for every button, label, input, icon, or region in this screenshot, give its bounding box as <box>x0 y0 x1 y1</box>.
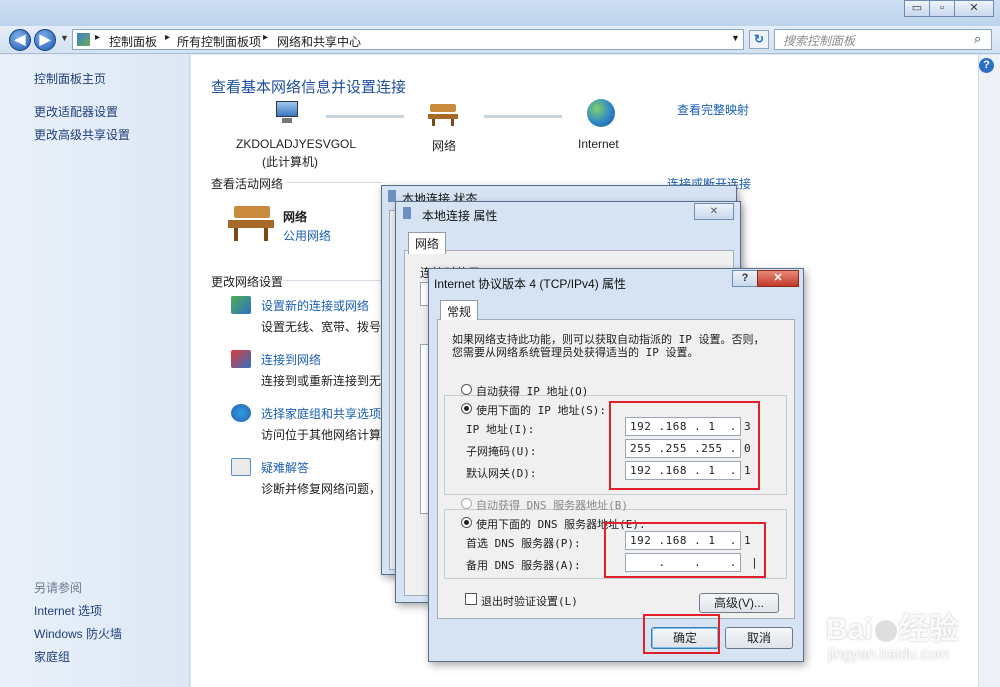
network-adapter-icon <box>403 207 411 219</box>
advanced-button[interactable]: 高级(V)... <box>699 593 779 613</box>
task-link[interactable]: 选择家庭组和共享选项 <box>261 405 381 422</box>
validate-label[interactable]: 退出时验证设置(L) <box>481 593 578 609</box>
tab-general[interactable]: 常规 <box>440 300 479 320</box>
subnet-label: 子网掩码(U): <box>466 445 537 458</box>
connection-line <box>326 115 404 118</box>
active-network-name: 网络 <box>283 210 308 224</box>
task-link[interactable]: 疑难解答 <box>261 459 309 476</box>
manual-ip-label[interactable]: 使用下面的 IP 地址(S): <box>476 402 606 418</box>
divider <box>286 182 382 183</box>
dns1-label: 首选 DNS 服务器(P): <box>466 537 581 550</box>
back-button[interactable]: ◀ <box>9 29 31 51</box>
task-desc: 诊断并修复网络问题，或 <box>261 482 394 496</box>
change-settings-heading: 更改网络设置 <box>211 275 284 289</box>
full-map-link[interactable]: 查看完整映射 <box>677 101 749 118</box>
computer-name: ZKDOLADJYESVGOL <box>236 137 357 151</box>
chevron-right-icon: ▸ <box>263 32 269 43</box>
auto-dns-label[interactable]: 自动获得 DNS 服务器地址(B) <box>476 497 628 513</box>
network-label: 网络 <box>432 139 457 153</box>
auto-ip-radio[interactable] <box>461 384 472 395</box>
watermark-url: jingyan.baidu.com <box>828 646 949 663</box>
chevron-right-icon: ▸ <box>95 32 101 43</box>
dns2-label: 备用 DNS 服务器(A): <box>466 559 581 572</box>
bench-icon <box>428 102 458 126</box>
close-button[interactable]: ✕ <box>954 0 994 17</box>
ip-label: IP 地址(I): <box>466 423 535 436</box>
recent-pages-icon[interactable]: ▼ <box>60 33 69 43</box>
sidebar-item-firewall[interactable]: Windows 防火墙 <box>34 625 122 642</box>
validate-checkbox[interactable] <box>465 593 477 605</box>
globe-icon <box>587 99 615 127</box>
task-desc: 设置无线、宽带、拨号、 <box>261 320 394 334</box>
search-input[interactable]: 搜索控制面板 <box>774 29 992 50</box>
manual-ip-radio[interactable] <box>461 403 472 414</box>
control-panel-icon <box>77 33 90 46</box>
search-icon[interactable]: ⌕ <box>974 31 981 47</box>
cancel-button[interactable]: 取消 <box>725 627 793 649</box>
address-bar[interactable]: ▸ 控制面板 ▸ 所有控制面板项 ▸ 网络和共享中心 ▼ <box>72 29 744 50</box>
refresh-icon[interactable]: ↻ <box>749 30 769 49</box>
computer-sub: (此计算机) <box>262 155 318 169</box>
chevron-right-icon: ▸ <box>165 32 171 43</box>
sidebar-item-homegroup[interactable]: 家庭组 <box>34 648 70 665</box>
manual-dns-radio[interactable] <box>461 517 472 528</box>
active-networks-heading: 查看活动网络 <box>211 177 284 191</box>
forward-button[interactable]: ▶ <box>34 29 56 51</box>
computer-icon <box>272 101 302 125</box>
new-connection-icon <box>231 296 251 314</box>
task-desc: 访问位于其他网络计算机 <box>261 428 394 442</box>
sidebar-item-sharing[interactable]: 更改高级共享设置 <box>34 126 130 143</box>
highlight-ok-button <box>643 614 720 654</box>
paw-icon <box>874 620 897 643</box>
gateway-label: 默认网关(D): <box>466 467 537 480</box>
tcpip-dialog-title: Internet 协议版本 4 (TCP/IPv4) 属性 <box>434 277 627 291</box>
homegroup-icon <box>231 404 251 422</box>
breadcrumb-item[interactable]: 网络和共享中心 <box>277 33 361 50</box>
watermark-logo: Bai 经验 <box>826 613 959 646</box>
minimize-button[interactable]: ▭ <box>904 0 930 17</box>
control-panel-home-link[interactable]: 控制面板主页 <box>34 70 106 87</box>
divider <box>283 280 383 281</box>
chevron-down-icon[interactable]: ▼ <box>731 33 740 43</box>
bench-icon <box>228 204 274 242</box>
public-network-link[interactable]: 公用网络 <box>283 227 331 244</box>
description-line: 您需要从网络系统管理员处获得适当的 IP 设置。 <box>452 346 699 359</box>
tab-network[interactable]: 网络 <box>408 232 447 254</box>
highlight-dns-fields <box>604 522 766 578</box>
close-button[interactable]: ✕ <box>757 270 799 287</box>
auto-dns-radio[interactable] <box>461 498 472 509</box>
highlight-ip-fields <box>609 401 760 490</box>
connection-line <box>484 115 562 118</box>
page-title: 查看基本网络信息并设置连接 <box>211 79 407 96</box>
task-link[interactable]: 设置新的连接或网络 <box>261 297 369 314</box>
help-button[interactable]: ? <box>732 270 758 287</box>
auto-ip-label[interactable]: 自动获得 IP 地址(O) <box>476 383 588 399</box>
properties-dialog-title: 本地连接 属性 <box>422 209 498 223</box>
troubleshoot-icon <box>231 458 251 476</box>
window-titlebar <box>0 0 1000 26</box>
task-link[interactable]: 连接到网络 <box>261 351 321 368</box>
maximize-button[interactable]: ▫ <box>929 0 955 17</box>
close-button[interactable]: ✕ <box>694 203 734 220</box>
task-desc: 连接到或重新连接到无线 <box>261 374 394 388</box>
breadcrumb-item[interactable]: 所有控制面板项 <box>177 33 261 50</box>
help-icon[interactable]: ? <box>979 58 994 73</box>
see-also-heading: 另请参阅 <box>34 581 83 595</box>
sidebar-item-adapter[interactable]: 更改适配器设置 <box>34 103 118 120</box>
connect-network-icon <box>231 350 251 368</box>
left-panel <box>0 55 190 687</box>
scrollbar[interactable] <box>978 55 1000 687</box>
sidebar-item-internet-options[interactable]: Internet 选项 <box>34 602 102 619</box>
breadcrumb-item[interactable]: 控制面板 <box>109 33 157 50</box>
internet-label: Internet <box>578 137 619 151</box>
